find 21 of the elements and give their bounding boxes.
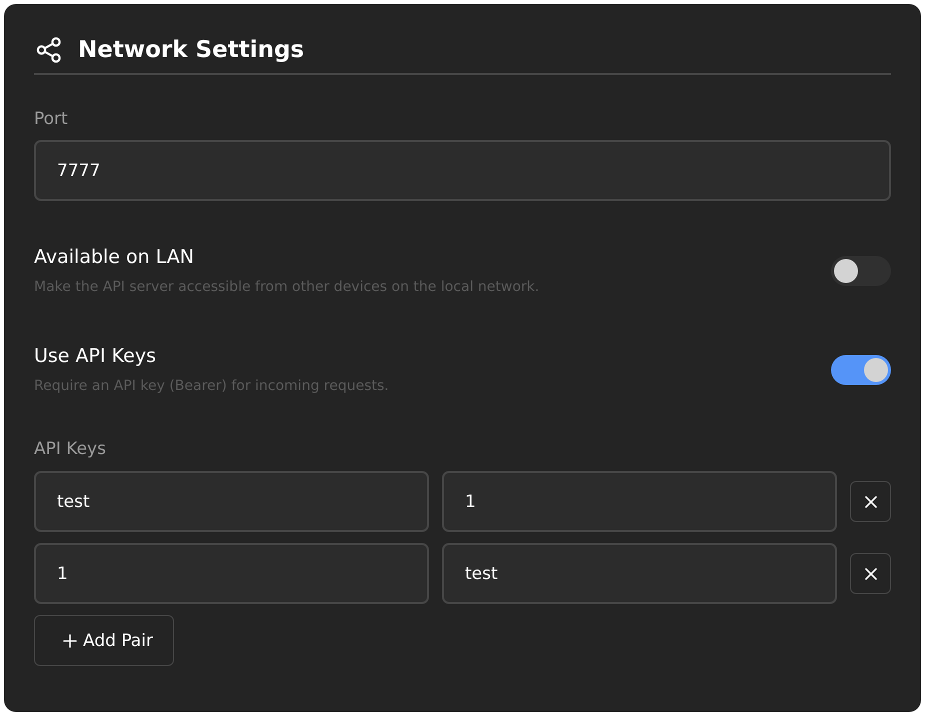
setting-title: Available on LAN — [34, 245, 195, 269]
plus-icon — [63, 634, 77, 648]
section-title: Network Settings — [78, 36, 304, 65]
key-input[interactable]: 1 — [34, 543, 429, 604]
close-icon — [864, 568, 876, 580]
port-label: Port — [34, 108, 69, 130]
close-icon — [864, 496, 876, 508]
setting-title: Use API Keys — [34, 344, 157, 368]
toggle-knob — [864, 358, 888, 382]
add-pair-button[interactable]: Add Pair — [34, 615, 174, 666]
value-input[interactable]: test — [442, 543, 837, 604]
value-input[interactable]: 1 — [442, 471, 837, 532]
key-input[interactable]: test — [34, 471, 429, 532]
toggle-switch[interactable] — [831, 354, 891, 384]
remove-button[interactable] — [850, 553, 891, 594]
share-icon — [36, 37, 62, 63]
port-input[interactable]: 7777 — [34, 140, 891, 201]
api-keys-label: API Keys — [34, 438, 107, 460]
toggle-switch[interactable] — [831, 256, 891, 286]
toggle-knob — [834, 258, 858, 282]
remove-button[interactable] — [850, 481, 891, 522]
